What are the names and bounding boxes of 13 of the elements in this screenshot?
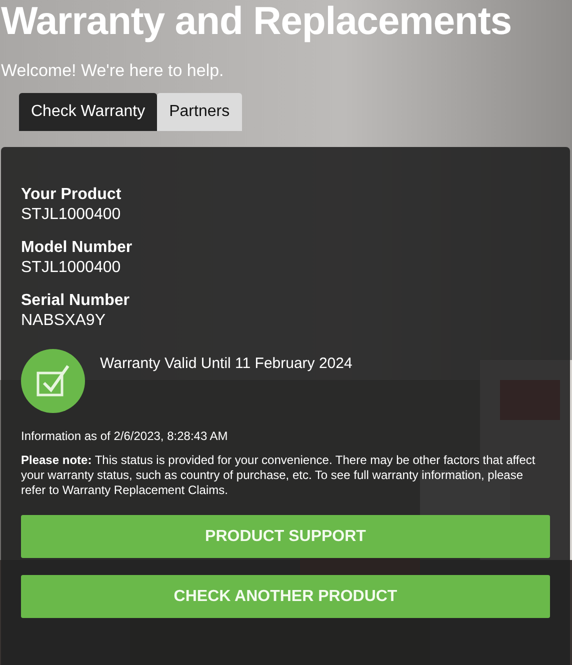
field-value: STJL1000400 — [21, 205, 122, 225]
field-value: NABSXA9Y — [21, 311, 106, 331]
field-label: Your Product — [21, 185, 122, 205]
page-title: Warranty and Replacements — [0, 0, 513, 44]
tab[interactable]: Partners — [157, 93, 242, 131]
field-label: Model Number — [21, 238, 134, 258]
field-label: Serial Number — [21, 291, 130, 311]
field-value: STJL1000400 — [21, 258, 122, 278]
note-text: Please note: This status is provided for your convenience. There may be other factors that affect your warranty status, such as country of purchase, etc. To see full warranty information, please refer to Warranty Replacement Claims. — [21, 453, 536, 498]
tab[interactable]: Check Warranty — [19, 93, 158, 131]
welcome-text: Welcome! We're here to help. — [1, 60, 225, 82]
warranty-status: Warranty Valid Until 11 February 2024 — [100, 354, 352, 372]
timestamp-text: Information as of 2/6/2023, 8:28:43 AM — [21, 429, 229, 443]
